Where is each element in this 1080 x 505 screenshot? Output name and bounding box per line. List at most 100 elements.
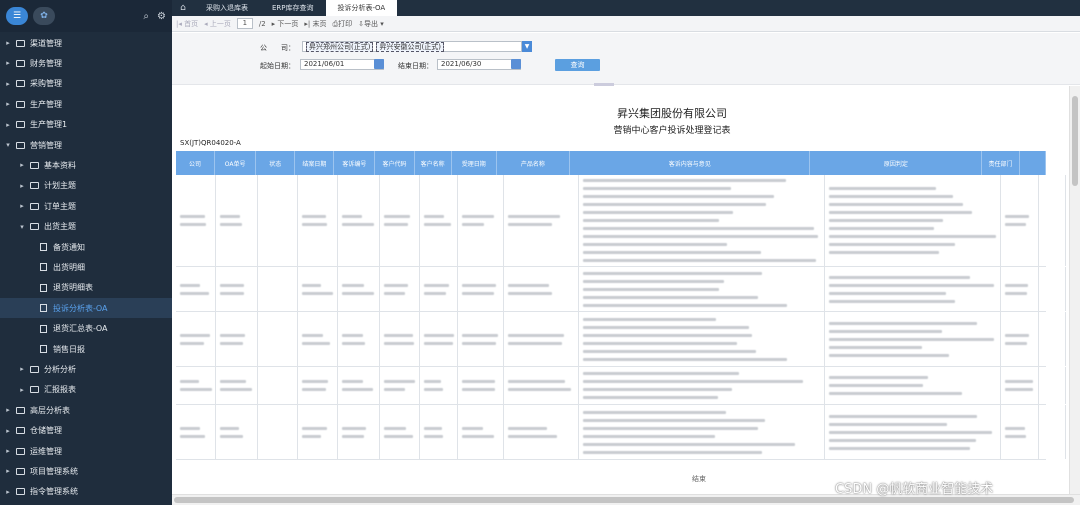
company-select[interactable]: 昇兴郑州公司(正式) 昇兴安徽公司(正式) bbox=[302, 41, 522, 52]
table-cell bbox=[338, 367, 380, 404]
redacted-text bbox=[583, 195, 774, 198]
start-date-input[interactable]: 2021/06/01 bbox=[300, 59, 384, 70]
sidebar-item[interactable]: ▸ 采购管理 bbox=[0, 74, 172, 94]
sidebar-item[interactable]: ▸ 指令管理系统 bbox=[0, 482, 172, 502]
redacted-text bbox=[829, 438, 976, 442]
scroll-thumb[interactable] bbox=[1072, 96, 1078, 186]
report-icon bbox=[40, 304, 47, 313]
sidebar-item[interactable]: 退货明细表 bbox=[0, 278, 172, 298]
tab-complaint-analysis[interactable]: 投诉分析表-OA bbox=[325, 0, 398, 16]
chevron-right-icon: ▸ bbox=[6, 447, 10, 455]
table-cell bbox=[458, 405, 504, 459]
table-cell bbox=[298, 367, 338, 404]
sidebar-item[interactable]: ▸ 计划主题 bbox=[0, 176, 172, 196]
redacted-text bbox=[424, 426, 443, 430]
table-cell bbox=[216, 267, 258, 311]
prev-page-button[interactable]: ◂ 上一页 bbox=[204, 19, 231, 29]
sidebar-item[interactable]: ▸ 生产管理 bbox=[0, 94, 172, 114]
calendar-icon[interactable] bbox=[374, 59, 384, 69]
last-page-button[interactable]: ▸| 末页 bbox=[304, 19, 326, 29]
table-cell bbox=[176, 175, 216, 266]
table-cell bbox=[420, 312, 458, 366]
print-button[interactable]: ⎙打印 bbox=[333, 19, 353, 29]
menu-icon[interactable]: ☰ bbox=[6, 7, 28, 25]
redacted-text bbox=[384, 223, 408, 226]
sidebar-item[interactable]: ▸ 财务管理 bbox=[0, 53, 172, 73]
sidebar-item[interactable]: ▸ 运维管理 bbox=[0, 441, 172, 461]
redacted-text bbox=[583, 380, 803, 383]
report-icon bbox=[40, 324, 47, 333]
sidebar-item[interactable]: ▸ 项目管理系统 bbox=[0, 461, 172, 481]
redacted-text bbox=[302, 426, 327, 430]
redacted-text bbox=[508, 426, 548, 430]
redacted-text bbox=[829, 251, 939, 254]
redacted-text bbox=[583, 442, 795, 446]
table-header: 公司 OA单号 状态 结案日期 客诉编号 客户代码 客户名称 受理日期 产品名称 客诉内容与意见原… bbox=[176, 151, 1046, 175]
sidebar-item[interactable]: 出货明细 bbox=[0, 257, 172, 277]
redacted-text bbox=[384, 380, 415, 383]
chevron-right-icon: ▸ bbox=[20, 385, 24, 394]
sidebar-item[interactable]: 退货汇总表-OA bbox=[0, 319, 172, 339]
page-number-input[interactable]: 1 bbox=[236, 18, 253, 29]
sidebar-item-label: 生产管理 bbox=[30, 99, 62, 109]
table-cell bbox=[1039, 175, 1066, 266]
redacted-text bbox=[220, 434, 243, 438]
table-cell bbox=[504, 175, 579, 266]
home-icon[interactable]: ⌂ bbox=[172, 0, 194, 16]
vertical-scrollbar[interactable] bbox=[1069, 86, 1080, 494]
table-cell bbox=[458, 367, 504, 404]
first-page-button[interactable]: |◂ 首页 bbox=[176, 19, 198, 29]
sidebar-item-label: 备货通知 bbox=[53, 242, 85, 252]
sidebar-item[interactable]: ▾ 出货主题 bbox=[0, 217, 172, 237]
sidebar-item[interactable]: ▸ 仓储管理 bbox=[0, 421, 172, 441]
redacted-text bbox=[462, 388, 495, 391]
redacted-text bbox=[829, 392, 962, 395]
table-cell bbox=[1001, 367, 1039, 404]
table-cell bbox=[504, 312, 579, 366]
sidebar-item[interactable]: ▸ 高层分析表 bbox=[0, 400, 172, 420]
sidebar-item-label: 基本资料 bbox=[44, 160, 76, 170]
star-icon[interactable]: ✿ bbox=[33, 7, 55, 25]
sidebar-item[interactable]: ▸ 基本资料 bbox=[0, 155, 172, 175]
sidebar-item[interactable]: 销售日报 bbox=[0, 339, 172, 359]
chevron-down-icon[interactable]: ▼ bbox=[522, 41, 532, 52]
redacted-text bbox=[583, 243, 727, 246]
settings-icon[interactable]: ⚙ bbox=[157, 11, 166, 22]
redacted-text bbox=[508, 341, 562, 345]
sidebar-item[interactable]: 投诉分析表-OA bbox=[0, 298, 172, 319]
export-button[interactable]: ⇩导出 ▾ bbox=[358, 19, 384, 29]
redacted-text bbox=[220, 333, 246, 337]
tab-purchase-inout[interactable]: 采购入退库表 bbox=[194, 0, 260, 16]
scroll-thumb[interactable] bbox=[174, 497, 1074, 503]
redacted-text bbox=[583, 410, 726, 414]
sidebar-item[interactable]: ▸ 生产管理1 bbox=[0, 115, 172, 135]
redacted-text bbox=[508, 215, 560, 218]
sidebar-item[interactable]: 备货通知 bbox=[0, 237, 172, 257]
redacted-text bbox=[583, 279, 724, 283]
folder-icon bbox=[16, 80, 25, 88]
redacted-text bbox=[220, 215, 241, 218]
sidebar-item[interactable]: ▸ 汇报报表 bbox=[0, 380, 172, 400]
redacted-text bbox=[1005, 341, 1028, 345]
sidebar-item[interactable]: ▾ 营销管理 bbox=[0, 135, 172, 155]
end-date-input[interactable]: 2021/06/30 bbox=[437, 59, 521, 70]
redacted-text bbox=[384, 388, 406, 391]
sidebar-item[interactable]: ▸ 渠道管理 bbox=[0, 33, 172, 53]
tab-erp-stock[interactable]: ERP库存查询 bbox=[260, 0, 326, 16]
sidebar-item-label: 退货明细表 bbox=[53, 283, 93, 293]
table-cell bbox=[258, 405, 298, 459]
sidebar-item[interactable]: ▸ 分析分析 bbox=[0, 359, 172, 379]
table-cell bbox=[380, 175, 420, 266]
redacted-text bbox=[342, 388, 373, 391]
redacted-text bbox=[424, 333, 454, 337]
search-icon[interactable]: ⌕ bbox=[143, 11, 149, 22]
redacted-text bbox=[220, 388, 253, 391]
table-cell bbox=[420, 175, 458, 266]
sidebar-item[interactable]: ▸ 订单主题 bbox=[0, 196, 172, 216]
redacted-text bbox=[829, 384, 923, 387]
query-button[interactable]: 查询 bbox=[555, 59, 600, 71]
table-cell bbox=[298, 312, 338, 366]
calendar-icon[interactable] bbox=[511, 59, 521, 69]
next-page-button[interactable]: ▸ 下一页 bbox=[272, 19, 299, 29]
table-cell bbox=[825, 405, 1001, 459]
